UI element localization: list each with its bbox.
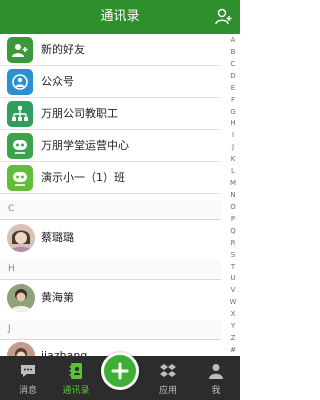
index-letter[interactable]: K <box>231 155 236 163</box>
index-letter[interactable]: J <box>232 143 234 151</box>
index-letter[interactable]: G <box>230 108 235 116</box>
alphabet-index[interactable]: A B C D E F G H I J K L M N O P Q R S T U V W X Y Z # <box>226 36 240 354</box>
plus-icon <box>111 362 129 380</box>
index-letter[interactable]: M <box>230 179 236 187</box>
index-letter[interactable]: N <box>230 191 235 199</box>
list-item-label: 新的好友 <box>41 43 85 56</box>
tab-apps[interactable]: 应用 <box>144 356 192 400</box>
tab-me[interactable]: 我 <box>192 356 240 400</box>
index-letter[interactable]: O <box>230 203 236 211</box>
avatar <box>7 224 35 252</box>
section-header-j: J <box>0 320 221 340</box>
index-letter[interactable]: B <box>231 48 236 56</box>
compose-button[interactable] <box>101 352 139 390</box>
avatar <box>7 342 35 356</box>
index-letter[interactable]: L <box>231 167 235 175</box>
public-account-icon <box>7 69 33 95</box>
section-header-h: H <box>0 260 221 280</box>
contact-name: 黄海第 <box>41 291 74 304</box>
list-item-public-accounts[interactable]: 公众号 <box>0 66 221 98</box>
apps-icon <box>160 364 176 377</box>
index-letter[interactable]: V <box>231 286 236 294</box>
index-letter[interactable]: D <box>230 72 235 80</box>
page-title: 通讯录 <box>100 9 140 24</box>
section-header-c: C <box>0 200 221 220</box>
add-contact-button[interactable] <box>214 7 234 27</box>
section-letter: H <box>8 264 15 274</box>
org-chart-icon <box>7 101 33 127</box>
chat-bubble-icon <box>21 365 35 377</box>
contacts-book-icon <box>69 363 82 379</box>
contact-name: 蔡璐璐 <box>41 231 74 244</box>
index-letter[interactable]: # <box>230 346 236 354</box>
index-letter[interactable]: A <box>231 36 236 44</box>
index-letter[interactable]: P <box>231 215 235 223</box>
group-icon <box>7 133 33 159</box>
tab-messages[interactable]: 消息 <box>4 356 52 400</box>
index-letter[interactable]: W <box>230 298 237 306</box>
title-bar: 通讯录 <box>0 0 240 34</box>
list-item-label: 演示小一（1）班 <box>41 171 125 184</box>
list-item-label: 万朋学堂运营中心 <box>41 139 129 152</box>
add-person-icon <box>215 8 232 25</box>
list-item-label: 万朋公司教职工 <box>41 107 118 120</box>
list-item-operations-group[interactable]: 万朋学堂运营中心 <box>0 130 221 162</box>
index-letter[interactable]: Z <box>231 334 236 342</box>
contact-name: jiazhang <box>41 349 88 356</box>
index-letter[interactable]: F <box>231 96 235 104</box>
person-icon <box>209 364 223 379</box>
index-letter[interactable]: R <box>231 239 236 247</box>
contact-item[interactable]: 黄海第 <box>0 280 221 316</box>
index-letter[interactable]: I <box>232 131 234 139</box>
tab-label: 我 <box>211 386 221 396</box>
index-letter[interactable]: Y <box>231 322 235 330</box>
index-letter[interactable]: T <box>231 263 235 271</box>
index-letter[interactable]: C <box>231 60 236 68</box>
index-letter[interactable]: Q <box>230 227 236 235</box>
class-icon <box>7 165 33 191</box>
section-letter: J <box>8 324 11 334</box>
index-letter[interactable]: U <box>230 274 235 282</box>
add-friend-icon <box>7 37 33 63</box>
tab-label: 消息 <box>18 386 37 396</box>
index-letter[interactable]: H <box>230 119 235 127</box>
tab-contacts[interactable]: 通讯录 <box>52 356 100 400</box>
list-item-label: 公众号 <box>41 75 74 88</box>
tab-label: 应用 <box>158 386 177 396</box>
tab-label: 通讯录 <box>62 386 90 396</box>
contact-list[interactable]: 新的好友 公众号 万朋公司教职工 万朋学堂运营中心 演示小一（1）班 C 蔡璐璐 <box>0 34 221 356</box>
contact-item[interactable]: 蔡璐璐 <box>0 220 221 256</box>
index-letter[interactable]: X <box>231 310 236 318</box>
list-item-new-friends[interactable]: 新的好友 <box>0 34 221 66</box>
list-item-class-group[interactable]: 演示小一（1）班 <box>0 162 221 194</box>
avatar <box>7 284 35 312</box>
section-letter: C <box>8 204 15 214</box>
list-item-staff-group[interactable]: 万朋公司教职工 <box>0 98 221 130</box>
index-letter[interactable]: S <box>231 251 235 259</box>
index-letter[interactable]: E <box>231 84 235 92</box>
